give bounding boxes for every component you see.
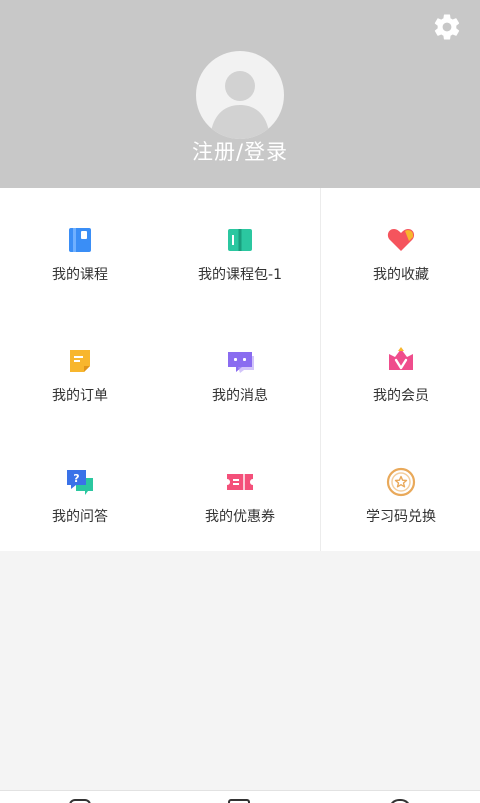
menu-item-label: 我的订单 (52, 388, 108, 404)
menu-item-my-orders[interactable]: 我的订单 (0, 309, 160, 430)
redeem-star-icon (386, 467, 416, 497)
order-note-icon (70, 350, 90, 372)
menu-item-label: 我的问答 (52, 509, 108, 525)
course-book-icon (69, 228, 91, 252)
vip-crown-icon (389, 347, 413, 370)
message-bubble-icon (228, 352, 254, 373)
bottom-nav-bar (0, 790, 480, 803)
login-register-link[interactable]: 注册/登录 (0, 136, 480, 166)
menu-item-label: 我的收藏 (373, 267, 429, 283)
coupon-ticket-icon (227, 474, 253, 490)
heart-favorite-icon (387, 229, 415, 251)
profile-header: 注册/登录 (0, 0, 480, 188)
menu-item-my-messages[interactable]: 我的消息 (160, 309, 320, 430)
menu-item-label: 我的优惠券 (205, 509, 275, 525)
menu-item-my-membership[interactable]: 我的会员 (321, 309, 480, 430)
course-package-icon (228, 229, 252, 251)
svg-text:?: ? (73, 472, 79, 485)
menu-item-my-course-package[interactable]: 我的课程包-1 (160, 188, 320, 309)
menu-item-label: 我的会员 (373, 388, 429, 404)
default-avatar-icon (210, 71, 270, 139)
menu-item-my-coupons[interactable]: 我的优惠券 (160, 430, 320, 551)
course-tab-icon[interactable] (228, 799, 250, 803)
menu-item-label: 我的消息 (212, 388, 268, 404)
menu-item-my-courses[interactable]: 我的课程 (0, 188, 160, 309)
avatar[interactable] (196, 51, 284, 139)
gear-icon[interactable] (432, 12, 462, 42)
menu-item-label: 我的课程 (52, 267, 108, 283)
menu-item-label: 我的课程包-1 (198, 267, 282, 283)
menu-item-label: 学习码兑换 (366, 509, 436, 525)
menu-item-study-code-redeem[interactable]: 学习码兑换 (321, 430, 480, 551)
feature-grid: 我的课程 我的课程包-1 我的收藏 我的订单 我的消息 我的会员 ? 我的问答 … (0, 188, 480, 551)
menu-item-my-favorites[interactable]: 我的收藏 (321, 188, 480, 309)
home-tab-icon[interactable] (69, 799, 91, 803)
menu-item-my-qa[interactable]: ? 我的问答 (0, 430, 160, 551)
qa-bubble-icon: ? (67, 470, 93, 495)
profile-tab-icon[interactable] (389, 799, 411, 803)
